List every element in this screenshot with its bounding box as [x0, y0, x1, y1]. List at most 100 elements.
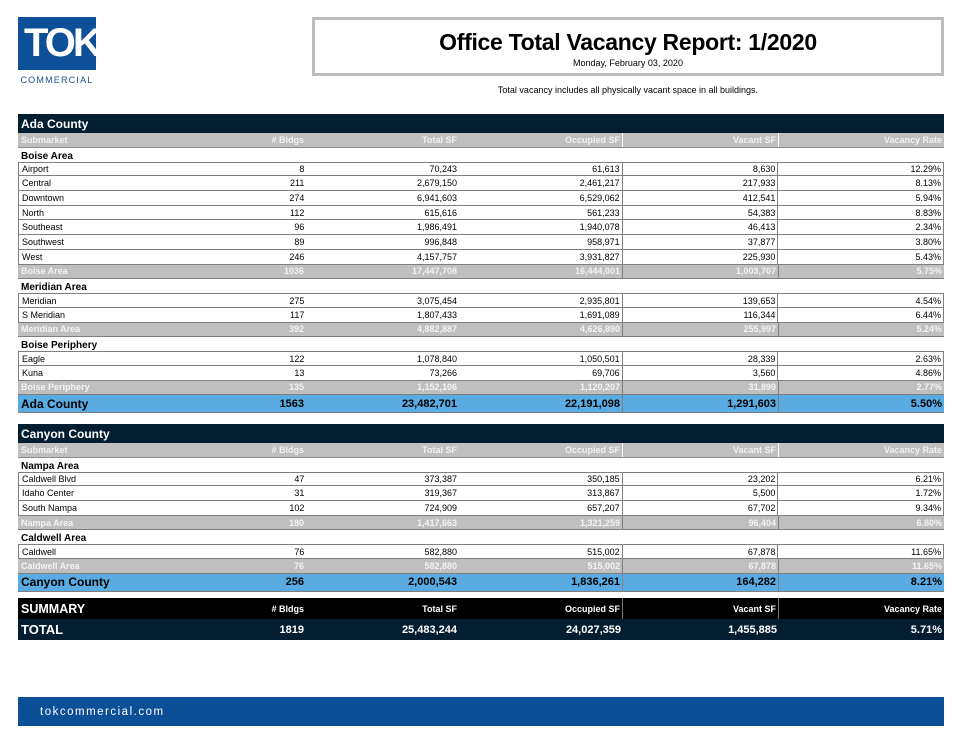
table-row-cell: 67,878: [623, 545, 779, 559]
table-row-cell: 73,266: [429, 367, 458, 378]
table-row-cell: 6,941,603: [417, 192, 458, 203]
table-row-cell: 1,940,078: [459, 220, 623, 235]
table-row-cell: 1.72%: [915, 488, 941, 499]
area-subtotal-row-cell: 4,882,887: [416, 324, 457, 335]
table-row-cell: 319,367: [424, 488, 458, 499]
table-row-cell: 2,461,217: [459, 176, 623, 191]
table-row-cell: 4.86%: [915, 367, 941, 378]
table-row-cell: 582,880: [424, 546, 458, 557]
area-subtotal-row-cell: Nampa Area: [21, 517, 74, 528]
table-row-cell: 6.21%: [915, 474, 941, 485]
table-row-cell: 12.29%: [910, 164, 941, 175]
county-title: Canyon County: [18, 424, 944, 443]
table-row-cell: 1,986,491: [417, 222, 458, 233]
area-subtotal-row-cell: 6.80%: [916, 517, 942, 528]
table-row-cell: 724,909: [424, 502, 458, 513]
table-row-cell: Meridian: [22, 295, 57, 306]
table-row-cell: 6.44%: [915, 309, 941, 320]
table-row-cell: 67,702: [623, 501, 779, 515]
table-row: North 112 615,616 561,233 54,383 8.83%: [18, 205, 944, 221]
table-row-cell: Airport: [22, 164, 49, 175]
area-subtotal-row-cell: Meridian Area: [21, 324, 81, 335]
area-title: Boise Area: [21, 150, 73, 162]
county-total-row-cell: 1563: [279, 397, 304, 410]
table-row-cell: Central: [22, 178, 52, 189]
table-row-cell: 1,691,089: [459, 307, 623, 322]
table-row-cell: 70,243: [429, 164, 458, 175]
table-row-cell: 1,050,501: [459, 352, 623, 365]
area-subtotal-row-cell: 16,444,001: [459, 264, 623, 279]
column-header-row-cell: Submarket: [21, 444, 68, 455]
summary-header-cell: Vacancy Rate: [883, 603, 942, 614]
table-row-cell: 13: [294, 367, 305, 378]
logo-subtext: COMMERCIAL: [20, 75, 94, 85]
summary-header-cell: # Bldgs: [271, 603, 304, 614]
county-total-row-cell: 164,282: [623, 573, 779, 591]
summary-table: SUMMARY # Bldgs Total SF Occupied SF Vac…: [18, 598, 944, 640]
area-subtotal-row-cell: 582,880: [424, 560, 457, 571]
summary-total-row: TOTAL 1819 25,483,244 24,027,359 1,455,8…: [18, 619, 944, 640]
area-subtotal-row-cell: 96,404: [623, 515, 779, 530]
table-row: Caldwell 76 582,880 515,002 67,878 11.65%: [18, 544, 944, 560]
table-row-cell: 313,867: [459, 486, 623, 501]
footer-website-link[interactable]: tokcommercial.com: [40, 706, 165, 718]
table-row: Airport 8 70,243 61,613 8,630 12.29%: [18, 161, 944, 177]
county-total-row-cell: 22,191,098: [459, 395, 623, 413]
area-subtotal-row-cell: 135: [288, 382, 304, 393]
column-header-row-cell: Vacancy Rate: [883, 444, 942, 455]
table-row-cell: 373,387: [424, 474, 458, 485]
table-row-cell: 31: [294, 488, 305, 499]
table-row: Caldwell Blvd 47 373,387 350,185 23,202 6.21%: [18, 471, 944, 487]
column-header-row: Submarket # Bldgs Total SF Occupied SF Vacan…: [18, 133, 944, 148]
summary-header-cell: Total SF: [422, 603, 457, 614]
county-total-row-cell: 1,291,603: [623, 395, 779, 413]
table-row: Meridian 275 3,075,454 2,935,801 139,653 4.54…: [18, 293, 944, 308]
area-subtotal-row: Caldwell Area 76 582,880 515,002 67,878 11.65…: [18, 559, 944, 574]
table-row-cell: West: [22, 251, 43, 262]
area-subtotal-row-cell: 255,997: [623, 322, 779, 337]
summary-total-cell: TOTAL: [21, 622, 64, 637]
county-total-row-cell: 8.21%: [910, 576, 942, 589]
table-row-cell: 1,807,433: [417, 309, 458, 320]
table-row-cell: 2.34%: [915, 222, 941, 233]
table-row-cell: 657,207: [459, 501, 623, 515]
table-row-cell: 958,971: [459, 235, 623, 249]
table-row-cell: 112: [290, 207, 305, 218]
table-row-cell: Southwest: [22, 236, 65, 247]
area-subtotal-row-cell: 5.75%: [916, 266, 942, 277]
summary-total-cell: 24,027,359: [565, 623, 621, 636]
area-subtotal-row-cell: 5.24%: [916, 324, 942, 335]
table-row-cell: Downtown: [22, 192, 65, 203]
table-row-cell: 996,848: [424, 236, 458, 247]
table-row-cell: 9.34%: [915, 502, 941, 513]
table-row-cell: 1,078,840: [417, 353, 458, 364]
table-row-cell: Eagle: [22, 353, 46, 364]
table-row-cell: 47: [294, 474, 305, 485]
table-row-cell: 5,500: [623, 486, 779, 501]
table-row-cell: 8,630: [623, 162, 779, 176]
table-row-cell: 76: [294, 546, 305, 557]
summary-header-cell: Vacant SF: [623, 598, 779, 619]
table-row-cell: South Nampa: [22, 502, 78, 513]
table-row-cell: Kuna: [22, 367, 44, 378]
table-row-cell: 23,202: [623, 472, 779, 486]
table-row-cell: 515,002: [459, 545, 623, 559]
column-header-row-cell: Vacant SF: [623, 443, 779, 457]
table-row-cell: 122: [289, 353, 305, 364]
county-total-row: Canyon County 256 2,000,543 1,836,261 164,28…: [18, 573, 944, 592]
county-title: Ada County: [18, 114, 944, 133]
table-row: West 246 4,157,757 3,931,827 225,930 5.43%: [18, 249, 944, 265]
column-header-row-cell: Vacant SF: [623, 133, 779, 147]
column-header-row-cell: Total SF: [422, 134, 457, 145]
company-logo: TOK COMMERCIAL: [18, 17, 102, 85]
area-subtotal-row-cell: Boise Area: [21, 266, 68, 277]
table-row: Southeast 96 1,986,491 1,940,078 46,413 2.34%: [18, 220, 944, 236]
table-row-cell: 2.63%: [915, 353, 941, 364]
area-title: Boise Periphery: [21, 340, 98, 352]
area-subtotal-row-cell: 392: [288, 324, 304, 335]
table-row-cell: 8: [299, 164, 305, 175]
area-subtotal-row-cell: 4,626,890: [459, 322, 623, 337]
table-row-cell: 4.54%: [915, 295, 941, 306]
county-total-row-cell: 256: [285, 576, 304, 589]
area-subtotal-row-cell: 1,321,259: [459, 515, 623, 530]
